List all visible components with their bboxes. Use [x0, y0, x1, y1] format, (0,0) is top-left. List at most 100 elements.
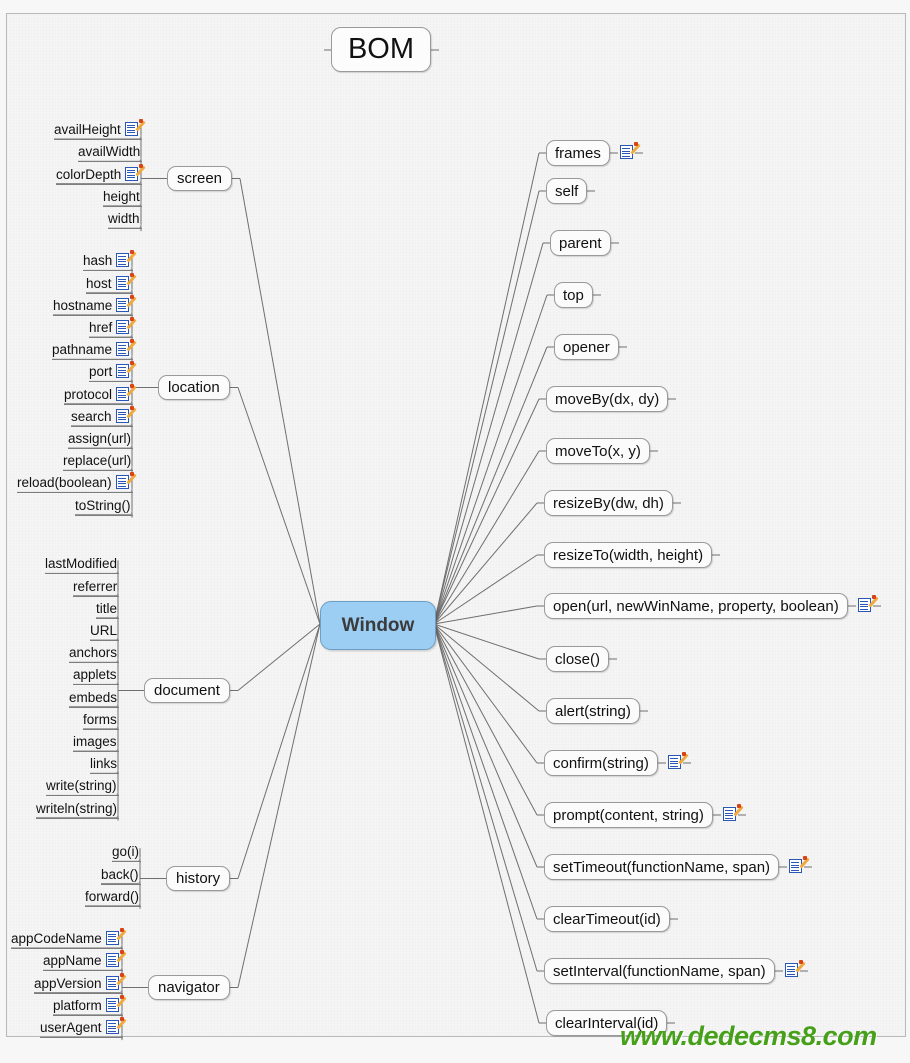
note-pencil-icon[interactable] [105, 950, 127, 968]
diagram-title-node[interactable]: BOM [331, 27, 431, 72]
note-pencil-icon[interactable] [105, 1017, 127, 1035]
leaf-item[interactable]: appName [43, 950, 127, 972]
note-pencil-icon[interactable] [785, 960, 806, 978]
window-member-node[interactable]: setInterval(functionName, span) [544, 958, 775, 984]
note-pencil-icon[interactable] [115, 472, 137, 490]
window-member-node[interactable]: self [546, 178, 588, 204]
leaf-item[interactable]: appCodeName [11, 927, 127, 949]
leaf-item[interactable]: writeln(string) [36, 801, 120, 819]
leaf-item[interactable]: search [71, 405, 137, 427]
window-member-label: confirm(string) [553, 754, 649, 772]
window-member-node[interactable]: setTimeout(functionName, span) [544, 854, 780, 880]
note-pencil-icon[interactable] [620, 142, 641, 160]
leaf-item[interactable]: forward() [85, 889, 142, 907]
leaf-item[interactable]: write(string) [46, 778, 119, 797]
note-pencil-icon[interactable] [116, 339, 137, 357]
leaf-item-label: appVersion [34, 975, 102, 991]
leaf-item-label: reload(boolean) [17, 475, 112, 491]
note-pencil-icon[interactable] [116, 250, 137, 268]
note-pencil-icon[interactable] [116, 294, 137, 313]
leaf-item[interactable]: lastModified [45, 556, 120, 575]
leaf-item[interactable]: host [86, 272, 137, 294]
leaf-item[interactable]: embeds [69, 690, 120, 708]
window-member-node[interactable]: top [554, 282, 593, 308]
note-pencil-icon[interactable] [105, 994, 127, 1013]
note-pencil-icon[interactable] [105, 972, 127, 991]
leaf-item[interactable]: URL [90, 623, 120, 641]
leaf-item[interactable]: width [108, 211, 142, 230]
window-member-node[interactable]: open(url, newWinName, property, boolean) [544, 593, 848, 619]
leaf-item[interactable]: pathname [52, 339, 137, 361]
leaf-item-label: host [86, 275, 112, 291]
window-member-node[interactable]: frames [546, 140, 610, 166]
leaf-item[interactable]: title [96, 601, 120, 619]
leaf-item-label: appCodeName [11, 930, 102, 946]
note-pencil-icon[interactable] [124, 118, 146, 137]
leaf-item[interactable]: hostname [53, 294, 137, 316]
branch-node-label: history [176, 870, 221, 887]
branch-node-label: navigator [158, 979, 220, 996]
note-pencil-icon[interactable] [125, 163, 146, 182]
leaf-item-label: toString() [75, 497, 131, 513]
leaf-item[interactable]: protocol [64, 383, 137, 405]
leaf-item[interactable]: userAgent [40, 1017, 127, 1039]
window-member-node[interactable]: moveTo(x, y) [546, 438, 650, 464]
leaf-item[interactable]: reload(boolean) [17, 472, 137, 494]
leaf-item[interactable]: back() [101, 867, 141, 885]
leaf-item-label: href [89, 320, 113, 335]
window-member-node[interactable]: parent [550, 230, 611, 256]
leaf-item-label: anchors [69, 645, 118, 661]
branch-node-history[interactable]: history [166, 866, 231, 891]
leaf-item[interactable]: anchors [69, 645, 120, 664]
leaf-item[interactable]: assign(url) [68, 431, 134, 449]
leaf-item-label: write(string) [46, 778, 117, 794]
window-member-node[interactable]: resizeTo(width, height) [544, 542, 713, 568]
branch-node-navigator[interactable]: navigator [148, 975, 230, 1000]
root-node-window[interactable]: Window [320, 601, 436, 650]
leaf-item[interactable]: height [103, 189, 142, 207]
branch-node-screen[interactable]: screen [167, 166, 233, 191]
leaf-item[interactable]: availWidth [78, 144, 143, 163]
window-member-node[interactable]: confirm(string) [544, 750, 658, 776]
note-pencil-icon[interactable] [723, 804, 744, 822]
leaf-item[interactable]: port [89, 361, 137, 383]
leaf-item-label: height [103, 188, 140, 204]
window-member-node[interactable]: resizeBy(dw, dh) [544, 490, 673, 516]
leaf-item[interactable]: images [73, 734, 119, 752]
note-pencil-icon[interactable] [789, 856, 810, 874]
leaf-item[interactable]: applets [73, 667, 119, 686]
note-pencil-icon[interactable] [858, 595, 879, 613]
branch-node-label: document [154, 682, 220, 699]
leaf-item[interactable]: forms [83, 712, 119, 730]
leaf-item-label: forms [83, 711, 117, 727]
leaf-item[interactable]: availHeight [54, 118, 146, 140]
window-member-node[interactable]: clearTimeout(id) [544, 906, 670, 932]
note-pencil-icon[interactable] [115, 405, 137, 424]
leaf-item[interactable]: href [89, 317, 137, 338]
window-member-node[interactable]: opener [554, 334, 619, 360]
window-member-node[interactable]: prompt(content, string) [544, 802, 713, 828]
window-member-node[interactable]: alert(string) [546, 698, 640, 724]
note-pencil-icon[interactable] [116, 361, 137, 379]
leaf-item-label: width [108, 211, 140, 227]
leaf-item[interactable]: referrer [73, 579, 120, 597]
leaf-item[interactable]: hash [83, 250, 137, 272]
note-pencil-icon[interactable] [116, 383, 137, 402]
branch-node-document[interactable]: document [144, 678, 230, 703]
leaf-item-label: pathname [52, 342, 113, 358]
note-pencil-icon[interactable] [116, 317, 137, 335]
leaf-item[interactable]: platform [53, 994, 127, 1016]
leaf-item[interactable]: toString() [75, 498, 133, 516]
note-pencil-icon[interactable] [105, 927, 127, 946]
window-member-node[interactable]: close() [546, 646, 610, 672]
leaf-item[interactable]: colorDepth [56, 163, 146, 185]
leaf-item[interactable]: links [90, 756, 120, 775]
leaf-item[interactable]: replace(url) [63, 453, 134, 472]
window-member-label: frames [555, 144, 601, 162]
note-pencil-icon[interactable] [668, 752, 689, 770]
branch-node-location[interactable]: location [158, 375, 230, 400]
leaf-item[interactable]: go(i) [112, 844, 142, 863]
leaf-item[interactable]: appVersion [34, 972, 127, 994]
note-pencil-icon[interactable] [115, 272, 137, 291]
window-member-node[interactable]: moveBy(dx, dy) [546, 386, 669, 412]
